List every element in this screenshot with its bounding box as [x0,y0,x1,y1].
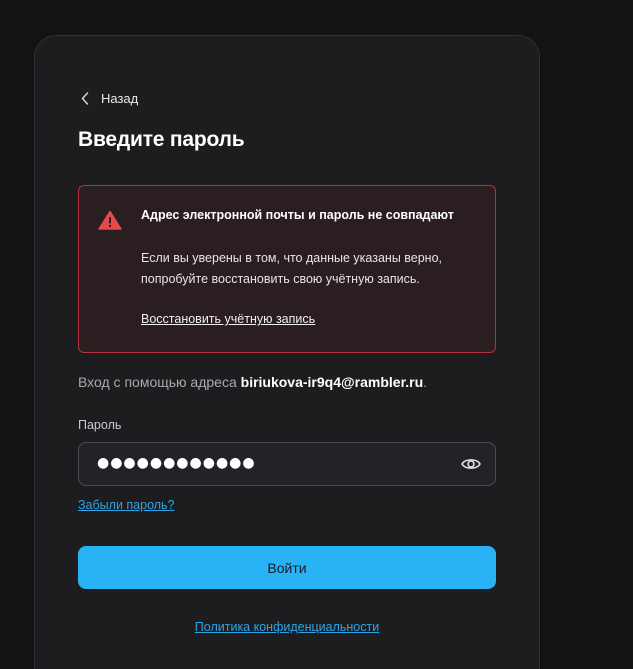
password-label: Пароль [78,418,122,432]
back-button[interactable]: Назад [81,91,138,106]
forgot-password-link[interactable]: Забыли пароль? [78,498,175,512]
password-value: ●●●●●●●●●●●● [97,455,256,471]
chevron-left-icon [81,92,89,105]
privacy-policy-link[interactable]: Политика конфиденциальности [195,620,379,634]
privacy-footer: Политика конфиденциальности [35,620,539,634]
login-card: Назад Введите пароль Адрес электронной п… [34,35,540,669]
login-button[interactable]: Войти [78,546,496,589]
login-info: Вход с помощью адреса biriukova-ir9q4@ra… [78,374,427,390]
error-alert: Адрес электронной почты и пароль не совп… [78,185,496,353]
page-title: Введите пароль [78,128,245,151]
page: Назад Введите пароль Адрес электронной п… [0,0,633,669]
login-info-prefix: Вход с помощью адреса [78,374,241,390]
restore-account-link[interactable]: Восстановить учётную запись [141,312,315,326]
login-info-suffix: . [423,374,428,390]
back-label: Назад [101,91,139,106]
login-email: biriukova-ir9q4@rambler.ru [240,374,424,390]
alert-title: Адрес электронной почты и пароль не совп… [141,208,454,222]
alert-text: Если вы уверены в том, что данные указан… [141,251,443,286]
warning-triangle-icon [98,210,122,235]
password-input[interactable]: ●●●●●●●●●●●● [78,442,496,486]
eye-icon[interactable] [461,455,481,478]
